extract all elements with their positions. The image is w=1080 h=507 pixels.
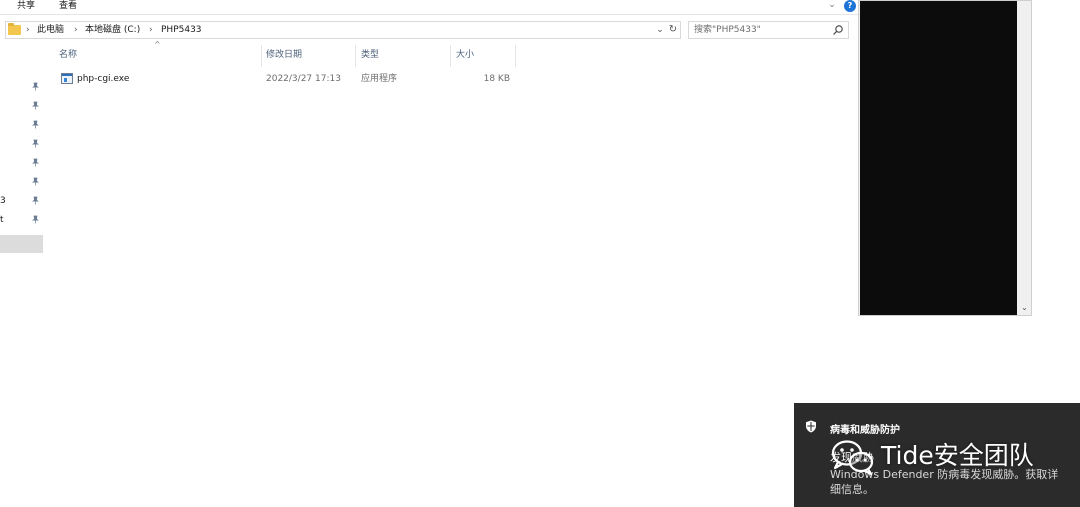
nav-item-selected[interactable] — [0, 235, 43, 253]
file-name[interactable]: php-cgi.exe — [77, 71, 129, 87]
file-explorer-window: 共享 查看 ⌄ ? › 此电脑 › 本地磁盘 (C:) › PHP5433 ⌄ … — [0, 0, 858, 507]
watermark: Tide安全团队 — [829, 436, 1059, 480]
address-history-dropdown-icon[interactable]: ⌄ — [654, 24, 666, 36]
column-header-size[interactable]: 大小 — [450, 45, 514, 69]
nav-item-label[interactable]: 3 — [0, 196, 6, 206]
table-row[interactable]: php-cgi.exe 2022/3/27 17:13 应用程序 18 KB — [45, 71, 858, 87]
search-icon[interactable] — [832, 24, 844, 36]
ribbon-collapse-chevron-icon[interactable]: ⌄ — [826, 0, 838, 12]
chevron-right-icon[interactable]: › — [149, 24, 153, 36]
application-file-icon — [61, 73, 73, 84]
file-list: ^ 名称 修改日期 类型 大小 php-cgi.exe 2022/3/27 17… — [45, 41, 858, 507]
tab-share[interactable]: 共享 — [17, 0, 35, 13]
pin-icon[interactable] — [31, 120, 40, 129]
desktop-screen: 共享 查看 ⌄ ? › 此电脑 › 本地磁盘 (C:) › PHP5433 ⌄ … — [0, 0, 1080, 507]
file-size: 18 KB — [483, 74, 510, 84]
chevron-right-icon[interactable]: › — [74, 24, 78, 36]
tab-view[interactable]: 查看 — [59, 0, 77, 13]
address-bar[interactable]: › 此电脑 › 本地磁盘 (C:) › PHP5433 ⌄ ↻ — [5, 21, 681, 39]
pin-icon[interactable] — [31, 139, 40, 148]
column-header-modified[interactable]: 修改日期 — [260, 45, 355, 69]
vertical-scrollbar[interactable]: ⌄ — [1018, 1, 1031, 315]
breadcrumb-php-folder[interactable]: PHP5433 — [161, 25, 202, 37]
pin-icon[interactable] — [31, 158, 40, 167]
navigation-pane: 3 t — [0, 46, 44, 507]
pin-icon[interactable] — [31, 215, 40, 224]
refresh-icon[interactable]: ↻ — [667, 24, 679, 36]
breadcrumb-local-disk[interactable]: 本地磁盘 (C:) — [85, 25, 140, 37]
pin-icon[interactable] — [31, 196, 40, 205]
breadcrumb-this-pc[interactable]: 此电脑 — [37, 25, 64, 37]
watermark-text: Tide安全团队 — [881, 441, 1034, 470]
console-output[interactable] — [860, 1, 1017, 315]
console-window: ⌄ — [858, 0, 1032, 316]
ribbon-tabs: 共享 查看 ⌄ ? — [0, 0, 858, 15]
column-header-name[interactable]: 名称 — [53, 45, 260, 69]
file-modified: 2022/3/27 17:13 — [266, 74, 341, 84]
scroll-down-arrow-icon[interactable]: ⌄ — [1018, 301, 1031, 314]
search-input[interactable] — [694, 24, 824, 36]
wechat-icon — [831, 440, 874, 476]
toast-title: 病毒和威胁防护 — [830, 425, 900, 436]
column-header-type[interactable]: 类型 — [355, 45, 450, 69]
chevron-right-icon[interactable]: › — [26, 24, 30, 36]
folder-icon — [8, 23, 21, 35]
file-type: 应用程序 — [361, 74, 398, 84]
pin-icon[interactable] — [31, 177, 40, 186]
column-divider[interactable] — [515, 45, 516, 67]
search-box[interactable] — [688, 21, 849, 39]
nav-item-label[interactable]: t — [0, 215, 4, 225]
help-icon[interactable]: ? — [844, 0, 856, 12]
pin-icon[interactable] — [31, 82, 40, 91]
shield-icon — [806, 420, 816, 433]
pin-icon[interactable] — [31, 101, 40, 110]
